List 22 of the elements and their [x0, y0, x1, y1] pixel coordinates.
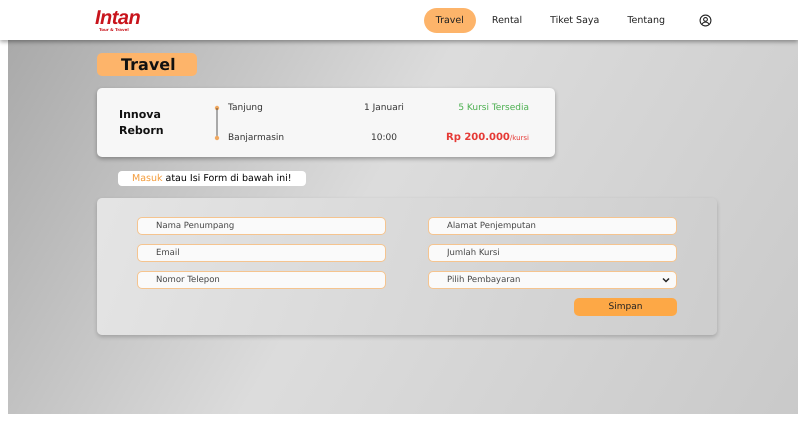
departure-city: Tanjung [228, 102, 264, 112]
input-field[interactable]: Alamat Penjemputan [428, 217, 677, 235]
nav-tab[interactable]: Tiket Saya [538, 8, 612, 32]
trip-price: Rp 200.000 [446, 132, 510, 142]
nav-tab[interactable]: Rental [480, 8, 534, 32]
vehicle-name: Innova Reborn [119, 107, 165, 138]
page-title: Travel [97, 53, 197, 76]
seats-available: 5 Kursi Tersedia [458, 102, 529, 112]
nav-tab[interactable]: Travel [424, 8, 476, 32]
trip-date: 1 Januari [364, 102, 404, 112]
input-field[interactable]: Email [137, 244, 386, 262]
notice-text: atau Isi Form di bawah ini! [166, 173, 292, 184]
trip-time: 10:00 [371, 132, 397, 142]
user-icon[interactable] [699, 14, 712, 26]
nav-tab[interactable]: Tentang [615, 8, 677, 32]
arrival-city: Banjarmasin [228, 132, 284, 142]
logo-name: Intan [95, 8, 140, 28]
chevron-down-icon [662, 277, 670, 283]
save-button[interactable]: Simpan [574, 298, 677, 316]
payment-select[interactable]: Pilih Pembayaran [428, 271, 677, 289]
input-field[interactable]: Nomor Telepon [137, 271, 386, 289]
input-field[interactable]: Nama Penumpang [137, 217, 386, 235]
